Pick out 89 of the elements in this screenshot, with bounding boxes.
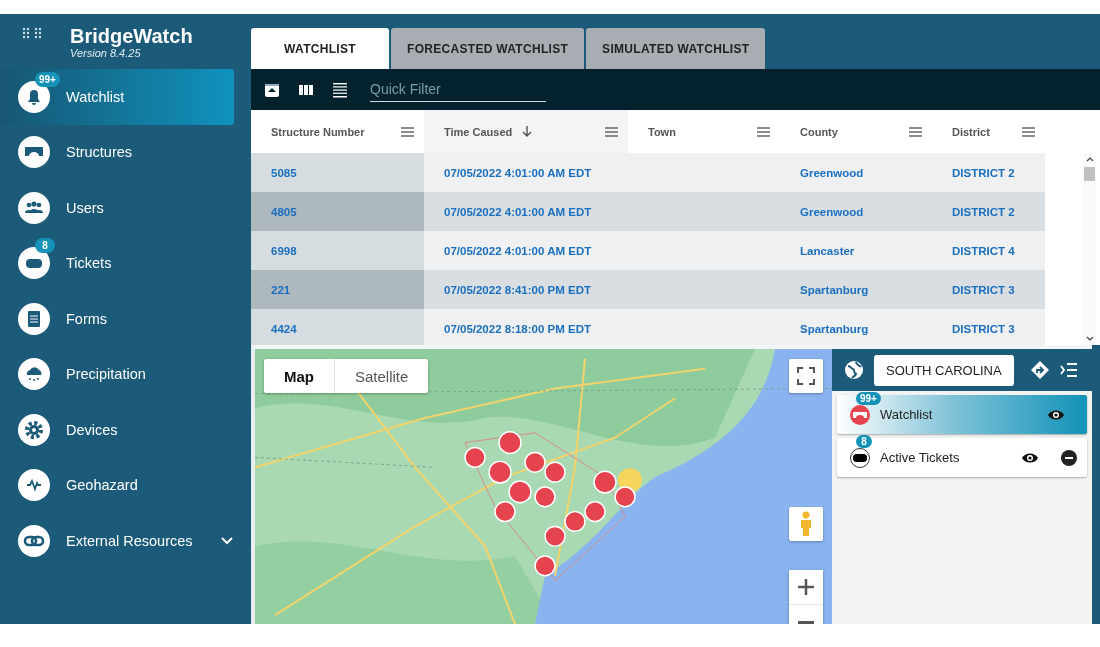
tab[interactable]: SIMULATED WATCHLIST	[586, 28, 766, 69]
pulse-icon	[18, 469, 50, 502]
document-icon	[18, 302, 50, 335]
table-cell-text: 07/05/2022 8:41:00 PM EDT	[443, 282, 593, 298]
scrollbar[interactable]	[1083, 153, 1096, 345]
bridge-marker-icon	[850, 404, 870, 425]
count-badge: 99+	[35, 71, 60, 87]
table-cell: 4805	[251, 192, 424, 231]
table-cell-text: DISTRICT 3	[951, 321, 1016, 337]
table-cell-text: 07/05/2022 8:18:00 PM EDT	[443, 321, 593, 337]
table-cell-text: DISTRICT 2	[951, 165, 1016, 181]
eye-icon[interactable]	[1047, 408, 1065, 421]
column-title: Structure Number	[271, 125, 365, 138]
table-cell: 4424	[251, 309, 424, 345]
person-icon	[799, 511, 813, 537]
sidebar-item[interactable]: External Resources	[0, 513, 234, 569]
ticket-icon	[850, 447, 870, 468]
sidebar-item[interactable]: Devices	[0, 402, 234, 458]
table-cell: 5085	[251, 153, 424, 192]
upload-icon[interactable]	[264, 81, 280, 98]
table-cell-text: 07/05/2022 4:01:00 AM EDT	[443, 243, 593, 259]
users-icon	[18, 191, 50, 224]
plus-icon	[797, 578, 815, 596]
table-cell-text: 07/05/2022 4:01:00 AM EDT	[443, 204, 593, 220]
sidebar-item[interactable]: Users	[0, 180, 234, 236]
table-cell-text: Spartanburg	[799, 321, 870, 337]
sidebar-item[interactable]: Precipitation	[0, 346, 234, 402]
bridge-icon	[18, 136, 50, 169]
globe-icon[interactable]	[844, 360, 864, 380]
column-header[interactable]: Structure Number	[251, 110, 424, 153]
menu-icon[interactable]	[1022, 126, 1035, 137]
drag-handle-icon[interactable]	[22, 26, 42, 39]
table-cell: 221	[251, 270, 424, 309]
columns-icon[interactable]	[298, 82, 314, 97]
menu-icon[interactable]	[605, 126, 618, 137]
column-header[interactable]: District	[932, 110, 1045, 153]
map-type-tab[interactable]: Satellite	[335, 359, 429, 393]
table-cell-text: Spartanburg	[799, 282, 870, 298]
menu-icon[interactable]	[757, 126, 770, 137]
column-header[interactable]: County	[780, 110, 932, 153]
caret-up-icon[interactable]	[1085, 156, 1094, 162]
link-icon	[18, 524, 50, 557]
column-header[interactable]: Time Caused	[424, 110, 628, 153]
table-cell: 6998	[251, 231, 424, 270]
remove-icon[interactable]	[1061, 449, 1077, 466]
sort-arrow-icon	[522, 125, 533, 138]
sidebar-item[interactable]: Forms	[0, 291, 234, 347]
minus-icon	[798, 620, 814, 624]
table-cell-text: DISTRICT 3	[951, 282, 1016, 298]
caret-down-icon[interactable]	[1085, 336, 1094, 342]
table-cell-text: Lancaster	[799, 243, 856, 259]
table-cell-text: 07/05/2022 4:01:00 AM EDT	[443, 165, 593, 181]
column-title: Town	[648, 125, 676, 138]
map-type-tab[interactable]: Map	[264, 359, 335, 393]
rain-cloud-icon	[18, 358, 50, 391]
density-icon[interactable]	[332, 81, 348, 98]
collapse-list-icon[interactable]	[1059, 363, 1078, 377]
fullscreen-button[interactable]	[789, 359, 823, 393]
sidebar-item[interactable]: Geohazard	[0, 457, 234, 513]
table-cell-text: DISTRICT 2	[951, 204, 1016, 220]
sidebar-item[interactable]: Structures	[0, 124, 234, 180]
quick-filter-field[interactable]: Quick Filter	[370, 77, 546, 102]
app-title: BridgeWatch	[70, 24, 193, 47]
menu-icon[interactable]	[401, 126, 414, 137]
sidebar-item[interactable]: 99+ Watchlist	[0, 69, 234, 125]
count-badge: 99+	[856, 391, 881, 405]
sidebar-item[interactable]: 8 Tickets	[0, 235, 234, 291]
scrollbar-thumb[interactable]	[1084, 167, 1095, 181]
fullscreen-icon	[797, 367, 815, 385]
layer-card[interactable]: 8 Active Tickets	[837, 438, 1087, 477]
tab[interactable]: WATCHLIST	[251, 28, 389, 69]
table-cell-text: Greenwood	[799, 165, 865, 181]
eye-icon[interactable]	[1021, 451, 1039, 464]
column-title: County	[800, 125, 838, 138]
column-title: Time Caused	[444, 125, 513, 138]
gear-icon	[18, 413, 50, 446]
layer-card[interactable]: 99+ Watchlist	[837, 395, 1087, 434]
column-header[interactable]: Town	[628, 110, 780, 153]
table-cell-text: Greenwood	[799, 204, 865, 220]
region-button[interactable]: SOUTH CAROLINA	[874, 354, 1014, 386]
app-version: Version 8.4.25	[70, 46, 141, 59]
count-badge: 8	[35, 238, 55, 254]
ticket-icon	[18, 247, 50, 280]
menu-icon[interactable]	[909, 126, 922, 137]
table-cell-text: DISTRICT 4	[951, 243, 1016, 259]
column-title: District	[952, 125, 990, 138]
count-badge: 8	[856, 434, 872, 448]
tab[interactable]: FORECASTED WATCHLIST	[391, 28, 585, 69]
directions-icon[interactable]	[1029, 360, 1050, 380]
